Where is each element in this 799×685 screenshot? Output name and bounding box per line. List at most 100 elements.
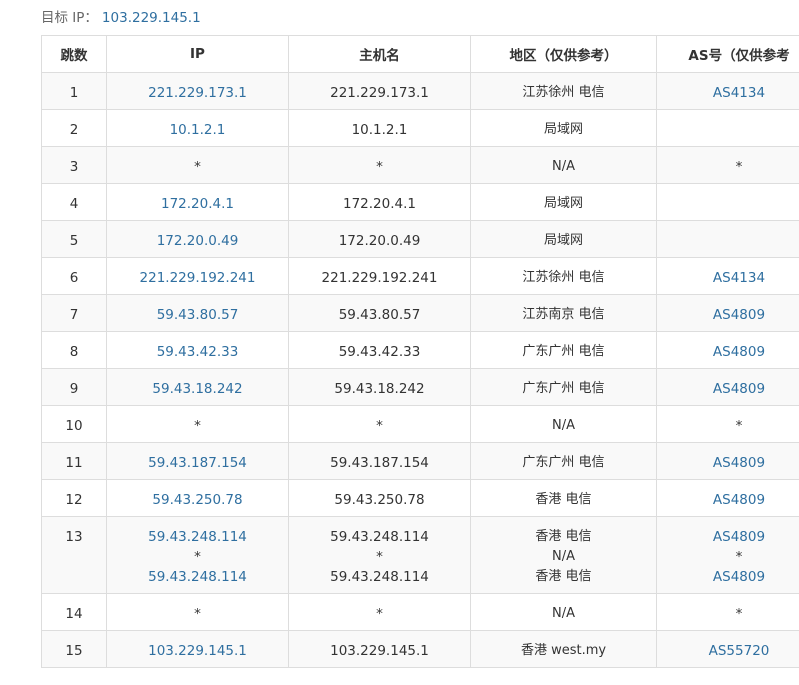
ip-link[interactable]: 103.229.145.1 — [107, 641, 288, 661]
host-cell: 10.1.2.1 — [288, 109, 471, 147]
as-text: * — [735, 549, 743, 565]
ip-text: * — [194, 159, 201, 175]
table-row: 8 59.43.42.33 59.43.42.33 广东广州 电信 AS4809 — [41, 331, 799, 369]
hop-cell: 11 — [41, 442, 107, 480]
region-cell: 香港 west.my — [470, 630, 657, 668]
region-cell: 广东广州 电信 — [470, 442, 657, 480]
host-text: * — [376, 549, 383, 565]
as-link[interactable]: AS4809 — [657, 305, 799, 325]
hop-cell: 12 — [41, 479, 107, 517]
header-region: 地区（仅供参考） — [470, 35, 657, 73]
table-row: 15 103.229.145.1 103.229.145.1 香港 west.my AS… — [41, 630, 799, 668]
host-text: * — [376, 606, 383, 622]
ip-link[interactable]: 221.229.173.1 — [107, 83, 288, 103]
region-cell: N/A — [470, 405, 657, 443]
as-cell — [656, 109, 799, 147]
ip-link[interactable]: 172.20.0.49 — [107, 231, 288, 251]
hop-cell: 10 — [41, 405, 107, 443]
hop-cell: 15 — [41, 630, 107, 668]
as-cell: * — [656, 593, 799, 631]
region-cell: 江苏南京 电信 — [470, 294, 657, 332]
header-host: 主机名 — [288, 35, 471, 73]
host-text: 172.20.4.1 — [343, 196, 416, 212]
ip-link[interactable]: 59.43.42.33 — [107, 342, 288, 362]
hop-cell: 4 — [41, 183, 107, 221]
as-cell: AS4809 — [656, 442, 799, 480]
traceroute-table: 跳数 IP 主机名 地区（仅供参考） AS号（仅供参考 1 221.229.173… — [41, 35, 799, 668]
as-link[interactable]: AS4809 — [657, 342, 799, 362]
as-link[interactable]: AS4809 — [657, 379, 799, 399]
host-cell: 103.229.145.1 — [288, 630, 471, 668]
host-text: 172.20.0.49 — [338, 233, 421, 249]
ip-link[interactable]: 10.1.2.1 — [107, 120, 288, 140]
ip-link[interactable]: 59.43.18.242 — [107, 379, 288, 399]
hop-cell: 6 — [41, 257, 107, 295]
host-text: 59.43.42.33 — [338, 344, 421, 360]
ip-link[interactable]: 59.43.250.78 — [107, 490, 288, 510]
host-text: * — [376, 159, 383, 175]
header-ip: IP — [106, 35, 289, 73]
target-ip-value[interactable]: 103.229.145.1 — [102, 10, 201, 26]
as-link[interactable]: AS4134 — [657, 268, 799, 288]
as-cell: AS4134 — [656, 72, 799, 110]
as-cell — [656, 183, 799, 221]
table-row: 11 59.43.187.154 59.43.187.154 广东广州 电信 AS480… — [41, 442, 799, 480]
ip-cell: 59.43.187.154 — [106, 442, 289, 480]
region-text: 广东广州 电信 — [522, 455, 605, 470]
table-row: 1 221.229.173.1 221.229.173.1 江苏徐州 电信 AS4134 — [41, 72, 799, 110]
hop-cell: 3 — [41, 146, 107, 184]
hop-cell: 2 — [41, 109, 107, 147]
region-text: 江苏南京 电信 — [522, 307, 605, 322]
as-link[interactable]: AS4809 — [657, 490, 799, 510]
as-link[interactable]: AS4809 — [657, 453, 799, 473]
host-cell: 59.43.250.78 — [288, 479, 471, 517]
ip-cell: 103.229.145.1 — [106, 630, 289, 668]
host-text: 221.229.192.241 — [321, 270, 438, 286]
as-link[interactable]: AS4809 — [657, 527, 799, 547]
region-text: 广东广州 电信 — [522, 344, 605, 359]
table-row: 9 59.43.18.242 59.43.18.242 广东广州 电信 AS4809 — [41, 368, 799, 406]
host-cell: 172.20.4.1 — [288, 183, 471, 221]
ip-cell: 59.43.80.57 — [106, 294, 289, 332]
host-text: 59.43.250.78 — [334, 492, 425, 508]
host-text: 59.43.248.114 — [330, 529, 429, 545]
host-cell: 221.229.192.241 — [288, 257, 471, 295]
host-text: 103.229.145.1 — [330, 643, 429, 659]
ip-cell: * — [106, 146, 289, 184]
ip-link[interactable]: 172.20.4.1 — [107, 194, 288, 214]
region-text: 香港 电信 — [535, 569, 592, 584]
table-row: 10 * * N/A * — [41, 405, 799, 443]
region-text: 局域网 — [543, 196, 583, 211]
ip-text: * — [194, 549, 201, 565]
host-cell: 59.43.248.114 * 59.43.248.114 — [288, 516, 471, 594]
host-cell: * — [288, 405, 471, 443]
region-text: 香港 west.my — [520, 643, 607, 658]
host-text: 10.1.2.1 — [351, 122, 408, 138]
as-link[interactable]: AS4809 — [657, 567, 799, 587]
region-cell: N/A — [470, 146, 657, 184]
region-text: 局域网 — [543, 122, 583, 137]
as-link[interactable]: AS55720 — [657, 641, 799, 661]
ip-cell: 59.43.248.114 * 59.43.248.114 — [106, 516, 289, 594]
as-link[interactable]: AS4134 — [657, 83, 799, 103]
ip-link[interactable]: 59.43.187.154 — [107, 453, 288, 473]
ip-link[interactable]: 221.229.192.241 — [107, 268, 288, 288]
header-as: AS号（仅供参考 — [656, 35, 799, 73]
table-row: 6 221.229.192.241 221.229.192.241 江苏徐州 电信 AS… — [41, 257, 799, 295]
host-cell: 221.229.173.1 — [288, 72, 471, 110]
region-text: 江苏徐州 电信 — [522, 85, 605, 100]
ip-link[interactable]: 59.43.248.114 — [107, 527, 288, 547]
ip-cell: 172.20.0.49 — [106, 220, 289, 258]
as-cell: AS4809 — [656, 294, 799, 332]
region-cell: 香港 电信 — [470, 479, 657, 517]
ip-link[interactable]: 59.43.80.57 — [107, 305, 288, 325]
region-text: N/A — [552, 159, 575, 174]
as-cell: AS4809 * AS4809 — [656, 516, 799, 594]
as-cell: AS4134 — [656, 257, 799, 295]
ip-cell: 172.20.4.1 — [106, 183, 289, 221]
hop-cell: 14 — [41, 593, 107, 631]
target-ip-line: 目标 IP： 103.229.145.1 — [41, 8, 201, 28]
host-cell: * — [288, 146, 471, 184]
table-row: 13 59.43.248.114 * 59.43.248.114 59.43.248.1… — [41, 516, 799, 594]
ip-link[interactable]: 59.43.248.114 — [107, 567, 288, 587]
